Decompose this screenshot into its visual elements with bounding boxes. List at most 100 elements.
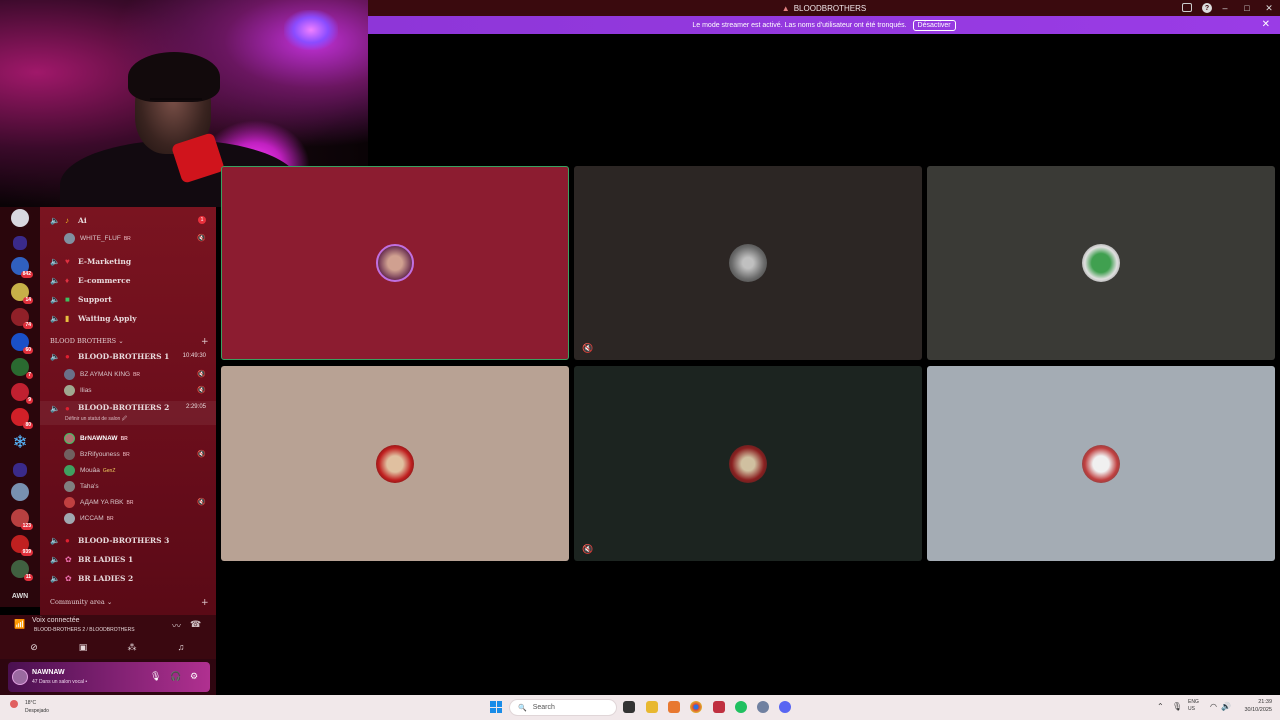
channel-blood-brothers-1[interactable]: 🔈 ● BLOOD-BROTHERS 1 10:49:30 — [40, 347, 216, 365]
clock[interactable]: 21:39 30/10/2025 — [1244, 698, 1272, 714]
streamer-hair — [128, 52, 220, 102]
category-community-area[interactable]: Community area ⌄ + — [50, 598, 209, 608]
channel-list: 🔈 ♪ Ai 1 WHITE_FLUF BR 🔇 🔈 ♥ E-Marketing … — [40, 207, 216, 615]
chevron-up-icon[interactable]: ⌃ — [1157, 703, 1164, 711]
help-icon[interactable]: ? — [1202, 3, 1212, 13]
server-icon-11[interactable]: 939 — [11, 535, 33, 556]
video-tile[interactable] — [221, 366, 569, 561]
voice-user[interactable]: АДАМ YA RBK BR 🔇 — [40, 494, 216, 510]
volume-icon[interactable]: 🔊 — [1221, 703, 1231, 711]
voice-user[interactable]: BZ AYMAN KING BR 🔇 — [40, 366, 216, 382]
inbox-icon[interactable] — [1182, 3, 1192, 12]
channel-e-commerce[interactable]: 🔈 ♦ E-commerce — [40, 271, 216, 289]
disconnect-icon[interactable]: ☎ — [190, 619, 201, 630]
channel-waiting-apply[interactable]: 🔈 ▮ Waiting Apply — [40, 309, 216, 327]
channel-e-marketing[interactable]: 🔈 ♥ E-Marketing — [40, 252, 216, 270]
avatar — [64, 368, 75, 380]
voice-user[interactable]: BrNAWNAW BR — [40, 430, 216, 446]
close-button[interactable]: ✕ — [1258, 0, 1280, 16]
category-blood-brothers[interactable]: BLOOD BROTHERS ⌄ + — [50, 337, 209, 347]
file-explorer-icon[interactable] — [646, 701, 658, 713]
voice-user[interactable]: Mouâa GenZ — [40, 462, 216, 478]
video-tile[interactable] — [927, 166, 1275, 360]
add-channel-icon[interactable]: + — [201, 598, 209, 608]
server-icon-4[interactable]: 74 — [11, 308, 33, 329]
server-icon-8[interactable]: 80 — [11, 408, 33, 429]
voice-user[interactable]: Taha's — [40, 478, 216, 494]
microphone-icon[interactable]: 🎙 — [150, 671, 161, 682]
user-panel: NAWNAW 47 Dans un salon vocal • 🎙 🎧 ⚙ — [0, 659, 216, 695]
participant-avatar — [376, 444, 414, 483]
channel-br-ladies-1[interactable]: 🔈 ✿ BR LADIES 1 — [40, 550, 216, 568]
disable-streamer-button[interactable]: Désactiver — [912, 19, 956, 31]
server-folder-icon-2[interactable] — [13, 463, 27, 477]
avatar — [64, 496, 75, 508]
add-channel-icon[interactable]: + — [201, 337, 209, 347]
set-channel-status[interactable]: Définir un statut de salon 🖉 — [65, 416, 127, 424]
camera-off-button[interactable]: ⊘ — [12, 640, 56, 654]
taskbar-search[interactable]: 🔍 Search — [509, 699, 617, 716]
voice-channel-path[interactable]: BLOOD-BROTHERS 2 / BLOODBROTHERS — [34, 627, 135, 633]
channel-emoji-icon: ♪ — [65, 215, 69, 225]
banner-close-icon[interactable]: ✕ — [1262, 19, 1270, 30]
voice-user[interactable]: ИССАМ BR — [40, 510, 216, 526]
chrome-icon[interactable] — [690, 701, 702, 713]
maximize-button[interactable]: □ — [1236, 0, 1258, 16]
video-tile[interactable]: 🔇 — [574, 366, 922, 561]
server-icon-1[interactable] — [11, 209, 29, 227]
signal-icon[interactable]: 📶 — [14, 619, 25, 630]
speaker-icon: 🔈 — [50, 535, 60, 545]
windows-start-icon[interactable] — [490, 701, 502, 713]
task-view-icon[interactable] — [623, 701, 635, 713]
user-avatar[interactable] — [12, 669, 28, 685]
video-tile-speaking[interactable] — [221, 166, 569, 360]
channel-ai[interactable]: 🔈 ♪ Ai 1 — [40, 211, 216, 229]
microphone-tray-icon[interactable]: 🎙 — [1172, 703, 1182, 711]
language-indicator[interactable]: ENG US — [1188, 699, 1199, 713]
server-icon-3[interactable]: 14 — [11, 283, 33, 304]
muted-deafened-icon: 🔇 — [197, 371, 206, 378]
avatar — [64, 432, 75, 444]
server-icon-2[interactable]: 842 — [11, 257, 33, 278]
avatar — [64, 232, 75, 244]
channel-blood-brothers-2[interactable]: 🔈 ● BLOOD-BROTHERS 2 2:29:05 Définir un … — [40, 401, 216, 425]
minimize-button[interactable]: – — [1214, 0, 1236, 16]
participant-avatar — [1082, 444, 1120, 483]
speaker-icon: 🔈 — [50, 256, 60, 266]
voice-user[interactable]: WHITE_FLUF BR 🔇 — [40, 230, 216, 246]
wifi-icon[interactable]: ◠ — [1210, 703, 1217, 711]
server-folder-icon[interactable] — [13, 236, 27, 250]
channel-blood-brothers-3[interactable]: 🔈 ● BLOOD-BROTHERS 3 — [40, 531, 216, 549]
video-tile[interactable] — [927, 366, 1275, 561]
awn-server-icon[interactable]: AWN — [11, 587, 29, 605]
avatar — [64, 464, 75, 476]
discord-icon[interactable] — [779, 701, 791, 713]
video-tile[interactable]: 🔇 — [574, 166, 922, 360]
activities-button[interactable]: ⁂ — [110, 640, 154, 654]
participant-avatar — [1082, 244, 1120, 282]
server-icon-5[interactable]: 60 — [11, 333, 33, 354]
voice-user[interactable]: Ilias 🔇 — [40, 382, 216, 398]
spotify-icon[interactable] — [735, 701, 747, 713]
title-bar: ▲ BLOODBROTHERS ? – □ ✕ — [368, 0, 1280, 16]
server-icon-9[interactable] — [11, 483, 29, 501]
server-icon-7[interactable]: 9 — [11, 383, 33, 404]
headphones-icon[interactable]: 🎧 — [170, 671, 181, 682]
voice-user[interactable]: BzRifyouness BR 🔇 — [40, 446, 216, 462]
server-icon-6[interactable]: 7 — [11, 358, 33, 379]
server-icon-10[interactable]: 123 — [11, 509, 33, 530]
speaker-icon: 🔈 — [50, 351, 60, 361]
server-icon-12[interactable]: 11 — [11, 560, 33, 581]
app-icon[interactable] — [668, 701, 680, 713]
screen-share-button[interactable]: ▣ — [61, 640, 105, 654]
noise-suppression-icon[interactable]: 〰 — [172, 619, 181, 632]
server-icon: ▲ — [781, 3, 790, 13]
settings-icon[interactable] — [757, 701, 769, 713]
app-icon-2[interactable] — [713, 701, 725, 713]
soundboard-button[interactable]: ♫ — [159, 640, 203, 654]
snowflake-server-icon[interactable]: ❄ — [11, 433, 29, 451]
channel-br-ladies-2[interactable]: 🔈 ✿ BR LADIES 2 — [40, 569, 216, 587]
settings-gear-icon[interactable]: ⚙ — [190, 671, 198, 682]
flag-icon: ▮ — [65, 313, 70, 323]
channel-support[interactable]: 🔈 ■ Support — [40, 290, 216, 308]
